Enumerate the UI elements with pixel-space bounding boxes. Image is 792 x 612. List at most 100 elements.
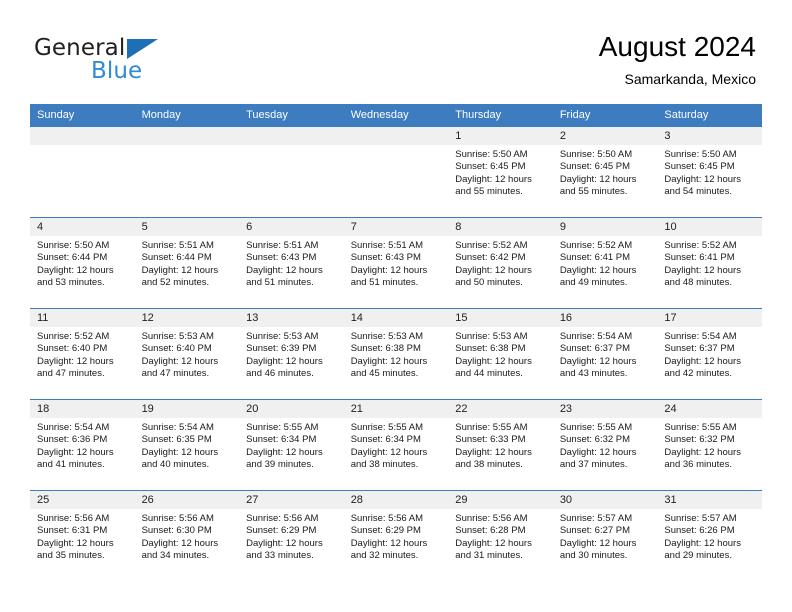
sunrise-time: Sunrise: 5:57 AM	[664, 513, 737, 524]
calendar-day-cell[interactable]: 23 Sunrise: 5:55 AM Sunset: 6:32 PM Dayligh…	[552, 399, 658, 491]
calendar-day-cell[interactable]: 3 Sunrise: 5:50 AM Sunset: 6:45 PM Daylight…	[657, 127, 762, 218]
sunset-time: Sunset: 6:43 PM	[350, 252, 421, 264]
day-details: Sunrise: 5:50 AM Sunset: 6:44 PM Daylight:…	[30, 236, 135, 290]
daylight-duration-line1: Daylight: 12 hours	[37, 537, 114, 549]
calendar-day-cell[interactable]: 26 Sunrise: 5:56 AM Sunset: 6:30 PM Dayligh…	[134, 490, 240, 581]
day-cell-inner	[343, 127, 449, 217]
daylight-duration-line1: Daylight: 12 hours	[246, 264, 323, 276]
sunrise-time: Sunrise: 5:53 AM	[246, 331, 319, 342]
calendar-day-cell[interactable]: 12 Sunrise: 5:53 AM Sunset: 6:40 PM Dayligh…	[134, 308, 240, 400]
daylight-duration-line1: Daylight: 12 hours	[350, 446, 428, 458]
calendar-cell-empty	[134, 127, 240, 218]
daylight-duration-line1: Daylight: 12 hours	[664, 264, 741, 276]
calendar-day-cell[interactable]: 31 Sunrise: 5:57 AM Sunset: 6:26 PM Dayligh…	[657, 490, 762, 581]
day-details: Sunrise: 5:50 AM Sunset: 6:45 PM Daylight:…	[657, 145, 762, 199]
calendar-day-cell[interactable]: 19 Sunrise: 5:54 AM Sunset: 6:35 PM Dayligh…	[134, 399, 240, 491]
weekday-header-sunday: Sunday	[30, 104, 135, 127]
day-number	[30, 127, 135, 145]
calendar-day-cell[interactable]: 11 Sunrise: 5:52 AM Sunset: 6:40 PM Dayligh…	[30, 308, 135, 400]
daylight-duration-line2: and 55 minutes.	[455, 186, 523, 198]
day-details: Sunrise: 5:51 AM Sunset: 6:43 PM Daylight:…	[239, 236, 344, 290]
sunrise-time: Sunrise: 5:56 AM	[350, 513, 424, 524]
day-details: Sunrise: 5:57 AM Sunset: 6:27 PM Daylight:…	[553, 509, 658, 563]
calendar-day-cell[interactable]: 30 Sunrise: 5:57 AM Sunset: 6:27 PM Dayligh…	[552, 490, 658, 581]
day-number: 23	[552, 400, 658, 418]
sunrise-time: Sunrise: 5:51 AM	[350, 240, 424, 251]
calendar-day-cell[interactable]: 2 Sunrise: 5:50 AM Sunset: 6:45 PM Daylight…	[552, 127, 658, 218]
day-number: 3	[657, 127, 762, 145]
day-cell-inner: 20 Sunrise: 5:55 AM Sunset: 6:34 PM Dayligh…	[239, 400, 344, 490]
day-details: Sunrise: 5:55 AM Sunset: 6:33 PM Daylight:…	[448, 418, 553, 472]
sunset-time: Sunset: 6:32 PM	[664, 434, 735, 446]
calendar-day-cell[interactable]: 18 Sunrise: 5:54 AM Sunset: 6:36 PM Dayligh…	[30, 399, 135, 491]
daylight-duration-line2: and 52 minutes.	[141, 277, 210, 289]
day-cell-inner: 5 Sunrise: 5:51 AM Sunset: 6:44 PM Daylight…	[134, 218, 240, 308]
sunrise-time: Sunrise: 5:52 AM	[455, 240, 528, 251]
calendar-day-cell[interactable]: 14 Sunrise: 5:53 AM Sunset: 6:38 PM Dayligh…	[343, 308, 449, 400]
daylight-duration-line1: Daylight: 12 hours	[664, 446, 741, 458]
sunset-time: Sunset: 6:34 PM	[246, 434, 317, 446]
day-details: Sunrise: 5:51 AM Sunset: 6:43 PM Daylight:…	[344, 236, 449, 290]
day-details: Sunrise: 5:57 AM Sunset: 6:26 PM Daylight:…	[657, 509, 762, 563]
calendar-day-cell[interactable]: 29 Sunrise: 5:56 AM Sunset: 6:28 PM Dayligh…	[448, 490, 553, 581]
calendar-day-cell[interactable]: 20 Sunrise: 5:55 AM Sunset: 6:34 PM Dayligh…	[239, 399, 344, 491]
day-details: Sunrise: 5:52 AM Sunset: 6:40 PM Daylight:…	[30, 327, 135, 381]
calendar-day-cell[interactable]: 27 Sunrise: 5:56 AM Sunset: 6:29 PM Dayligh…	[239, 490, 344, 581]
day-number: 30	[552, 491, 658, 509]
weekday-header-tuesday: Tuesday	[239, 104, 344, 127]
calendar-day-cell[interactable]: 7 Sunrise: 5:51 AM Sunset: 6:43 PM Daylight…	[343, 217, 449, 309]
daylight-duration-line2: and 50 minutes.	[455, 277, 523, 289]
day-cell-inner: 31 Sunrise: 5:57 AM Sunset: 6:26 PM Dayligh…	[657, 491, 762, 581]
sunrise-time: Sunrise: 5:55 AM	[350, 422, 424, 433]
sunset-time: Sunset: 6:32 PM	[559, 434, 631, 446]
calendar-day-cell[interactable]: 4 Sunrise: 5:50 AM Sunset: 6:44 PM Daylight…	[30, 217, 135, 309]
calendar-day-cell[interactable]: 17 Sunrise: 5:54 AM Sunset: 6:37 PM Dayligh…	[657, 308, 762, 400]
sunset-time: Sunset: 6:38 PM	[455, 343, 526, 355]
day-number: 19	[134, 400, 240, 418]
calendar-day-cell[interactable]: 24 Sunrise: 5:55 AM Sunset: 6:32 PM Dayligh…	[657, 399, 762, 491]
day-details: Sunrise: 5:53 AM Sunset: 6:39 PM Daylight:…	[239, 327, 344, 381]
calendar-day-cell[interactable]: 13 Sunrise: 5:53 AM Sunset: 6:39 PM Dayligh…	[239, 308, 344, 400]
daylight-duration-line1: Daylight: 12 hours	[141, 355, 219, 367]
calendar-day-cell[interactable]: 25 Sunrise: 5:56 AM Sunset: 6:31 PM Dayligh…	[30, 490, 135, 581]
calendar-day-cell[interactable]: 22 Sunrise: 5:55 AM Sunset: 6:33 PM Dayligh…	[448, 399, 553, 491]
day-details: Sunrise: 5:56 AM Sunset: 6:28 PM Daylight:…	[448, 509, 553, 563]
day-number: 22	[448, 400, 553, 418]
sunrise-time: Sunrise: 5:52 AM	[559, 240, 633, 251]
calendar-day-cell[interactable]: 28 Sunrise: 5:56 AM Sunset: 6:29 PM Dayligh…	[343, 490, 449, 581]
daylight-duration-line2: and 34 minutes.	[141, 550, 210, 562]
day-cell-inner: 6 Sunrise: 5:51 AM Sunset: 6:43 PM Daylight…	[239, 218, 344, 308]
day-cell-inner: 28 Sunrise: 5:56 AM Sunset: 6:29 PM Dayligh…	[343, 491, 449, 581]
calendar-day-cell[interactable]: 15 Sunrise: 5:53 AM Sunset: 6:38 PM Dayligh…	[448, 308, 553, 400]
daylight-duration-line2: and 29 minutes.	[664, 550, 732, 562]
calendar-day-cell[interactable]: 21 Sunrise: 5:55 AM Sunset: 6:34 PM Dayligh…	[343, 399, 449, 491]
day-details: Sunrise: 5:54 AM Sunset: 6:35 PM Daylight:…	[135, 418, 240, 472]
calendar-day-cell[interactable]: 10 Sunrise: 5:52 AM Sunset: 6:41 PM Dayligh…	[657, 217, 762, 309]
daylight-duration-line2: and 51 minutes.	[350, 277, 419, 289]
calendar-table: Sunday Monday Tuesday Wednesday Thursday…	[30, 104, 762, 581]
calendar-day-cell[interactable]: 5 Sunrise: 5:51 AM Sunset: 6:44 PM Daylight…	[134, 217, 240, 309]
day-number: 21	[343, 400, 449, 418]
calendar-day-cell[interactable]: 6 Sunrise: 5:51 AM Sunset: 6:43 PM Daylight…	[239, 217, 344, 309]
sunset-time: Sunset: 6:41 PM	[559, 252, 631, 264]
day-number: 31	[657, 491, 762, 509]
day-details: Sunrise: 5:54 AM Sunset: 6:37 PM Daylight:…	[657, 327, 762, 381]
calendar-day-cell[interactable]: 1 Sunrise: 5:50 AM Sunset: 6:45 PM Daylight…	[448, 127, 553, 218]
day-cell-inner: 26 Sunrise: 5:56 AM Sunset: 6:30 PM Dayligh…	[134, 491, 240, 581]
calendar-day-cell[interactable]: 9 Sunrise: 5:52 AM Sunset: 6:41 PM Daylight…	[552, 217, 658, 309]
daylight-duration-line2: and 37 minutes.	[559, 459, 628, 471]
general-blue-logo[interactable]: General Blue	[34, 36, 234, 84]
day-cell-inner: 21 Sunrise: 5:55 AM Sunset: 6:34 PM Dayligh…	[343, 400, 449, 490]
daylight-duration-line1: Daylight: 12 hours	[559, 446, 637, 458]
sunrise-time: Sunrise: 5:56 AM	[455, 513, 528, 524]
sunset-time: Sunset: 6:40 PM	[37, 343, 108, 355]
sunrise-time: Sunrise: 5:53 AM	[350, 331, 424, 342]
day-number: 25	[30, 491, 135, 509]
calendar-day-cell[interactable]: 16 Sunrise: 5:54 AM Sunset: 6:37 PM Dayligh…	[552, 308, 658, 400]
sunset-time: Sunset: 6:26 PM	[664, 525, 735, 537]
calendar-day-cell[interactable]: 8 Sunrise: 5:52 AM Sunset: 6:42 PM Daylight…	[448, 217, 553, 309]
day-cell-inner: 7 Sunrise: 5:51 AM Sunset: 6:43 PM Daylight…	[343, 218, 449, 308]
daylight-duration-line2: and 38 minutes.	[455, 459, 523, 471]
daylight-duration-line2: and 48 minutes.	[664, 277, 732, 289]
day-details: Sunrise: 5:50 AM Sunset: 6:45 PM Daylight:…	[553, 145, 658, 199]
